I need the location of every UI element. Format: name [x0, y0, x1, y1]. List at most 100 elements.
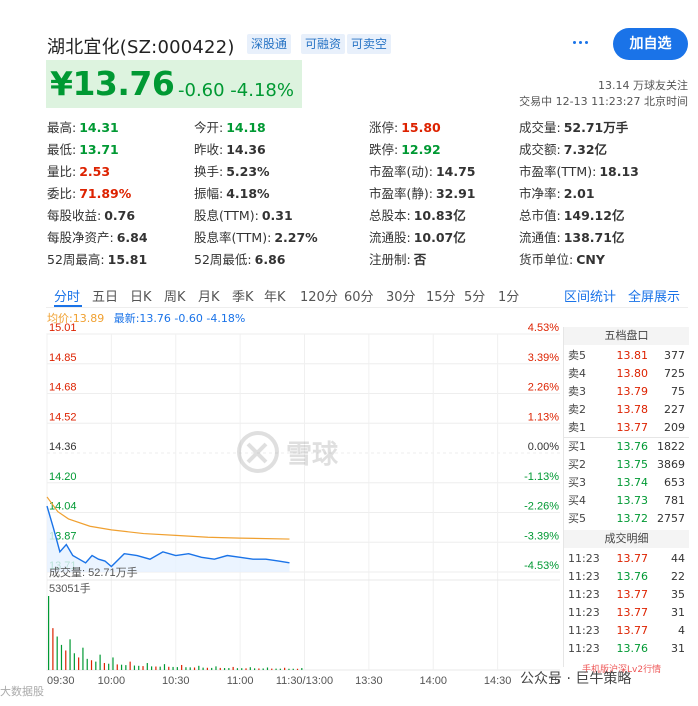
quote-label: 委比:: [47, 186, 77, 201]
time-tick-label: 10:00: [98, 675, 126, 687]
quote-label: 今开:: [194, 120, 224, 135]
tab-6[interactable]: 年K: [264, 286, 286, 305]
quote-label: 市盈率(动):: [369, 164, 433, 179]
row-label: 11:23: [568, 606, 600, 619]
quote-value: 52.71万手: [563, 120, 629, 135]
tab-11[interactable]: 5分: [464, 286, 485, 305]
add-watchlist-button[interactable]: 加自选: [613, 28, 688, 60]
time-tick-label: 10:30: [162, 675, 190, 687]
intraday-chart[interactable]: 15.01 4.53% 14.85 3.39% 14.68 2.26% 14.52 1.13%…: [0, 318, 560, 688]
volume-bar: [86, 658, 88, 670]
quote-label: 市盈率(静):: [369, 186, 433, 201]
row-price: 13.81: [616, 349, 649, 362]
volume-bar: [116, 664, 118, 670]
time-tick-label: 14:30: [484, 675, 512, 687]
volume-max-label: 53051手: [49, 581, 91, 595]
quote-label: 量比:: [47, 164, 77, 179]
quote-cell: 股息(TTM): 0.31: [194, 205, 293, 224]
volume-bar: [52, 628, 54, 670]
row-price: 13.77: [616, 588, 649, 601]
row-volume: 31: [671, 642, 685, 655]
volume-bar: [103, 663, 105, 670]
volume-bar: [133, 665, 136, 670]
row-volume: 1822: [657, 440, 685, 453]
tab-8[interactable]: 60分: [344, 286, 374, 305]
tag-shenguton[interactable]: 深股通: [247, 34, 292, 54]
quote-value: 13.71: [79, 142, 119, 157]
quote-value: 149.12亿: [563, 208, 625, 223]
quote-label: 52周最低:: [194, 252, 252, 267]
order-book-row: 买2 13.75 3869: [564, 456, 689, 474]
quote-value: 14.36: [226, 142, 266, 157]
volume-bar: [266, 667, 269, 670]
tab-0[interactable]: 分时: [54, 286, 80, 305]
quote-value: 6.84: [116, 230, 148, 245]
tab-9[interactable]: 30分: [386, 286, 416, 305]
row-volume: 4: [678, 624, 685, 637]
quote-cell: 流通值: 138.71亿: [519, 227, 624, 246]
trade-time: 交易中 12-13 11:23:27 北京时间: [519, 95, 688, 108]
quote-cell: 流通股: 10.07亿: [369, 227, 466, 246]
quote-row: 量比: 2.53 换手: 5.23% 市盈率(动): 14.75 市盈率(TTM): 18.1…: [47, 158, 697, 180]
volume-bar: [202, 667, 204, 670]
price-tick-label: 15.01: [49, 322, 77, 334]
active-tab-indicator: [54, 305, 82, 307]
tab-3[interactable]: 周K: [164, 286, 186, 305]
row-volume: 31: [671, 606, 685, 619]
quote-label: 流通值:: [519, 230, 561, 245]
row-label: 买1: [568, 440, 586, 453]
quote-value: 2.27%: [274, 230, 318, 245]
tab-12[interactable]: 1分: [498, 286, 519, 305]
row-volume: 44: [671, 552, 685, 565]
quote-cell: 每股收益: 0.76: [47, 205, 135, 224]
order-book-row: 买3 13.74 653: [564, 474, 689, 492]
quote-label: 货币单位:: [519, 252, 574, 267]
tab-1[interactable]: 五日: [92, 286, 118, 305]
tab-5[interactable]: 季K: [232, 286, 254, 305]
volume-bar: [241, 668, 243, 670]
row-label: 卖4: [568, 367, 586, 380]
row-volume: 725: [664, 367, 685, 380]
row-price: 13.75: [616, 458, 649, 471]
quote-cell: 最高: 14.31: [47, 117, 119, 136]
row-price: 13.76: [616, 570, 649, 583]
order-book-row: 买5 13.72 2757: [564, 510, 689, 528]
volume-bar: [108, 663, 110, 670]
range-stats-button[interactable]: 区间统计: [564, 286, 616, 305]
quote-cell: 换手: 5.23%: [194, 161, 270, 180]
quote-value: 否: [413, 252, 427, 267]
fullscreen-button[interactable]: 全屏展示: [628, 286, 680, 305]
time-tick-label: 13:30: [355, 675, 383, 687]
quote-cell: 注册制: 否: [369, 249, 426, 268]
quote-cell: 最低: 13.71: [47, 139, 119, 158]
volume-bar: [258, 668, 260, 670]
quote-value: 4.18%: [226, 186, 270, 201]
tab-7[interactable]: 120分: [300, 286, 338, 305]
quote-label: 换手:: [194, 164, 224, 179]
order-book-title: 五档盘口: [564, 327, 689, 345]
quote-label: 股息(TTM):: [194, 208, 259, 223]
row-price: 13.72: [616, 512, 649, 525]
price-tick-label: 14.04: [49, 501, 77, 513]
tag-margin[interactable]: 可融资: [301, 34, 346, 54]
row-label: 11:23: [568, 624, 600, 637]
chart-frame: [46, 333, 560, 671]
quote-label: 成交额:: [519, 142, 561, 157]
order-book-row: 卖1 13.77 209: [564, 419, 689, 437]
quote-cell: 52周最高: 15.81: [47, 249, 147, 268]
volume-bar: [48, 596, 50, 670]
trades-title: 成交明细: [564, 530, 689, 548]
quote-cell: 跌停: 12.92: [369, 139, 441, 158]
tab-10[interactable]: 15分: [426, 286, 456, 305]
volume-bar: [176, 667, 178, 670]
quote-label: 52周最高:: [47, 252, 105, 267]
tag-short[interactable]: 可卖空: [347, 34, 392, 54]
tab-2[interactable]: 日K: [130, 286, 152, 305]
quote-label: 振幅:: [194, 186, 224, 201]
more-icon[interactable]: [573, 38, 589, 48]
tab-4[interactable]: 月K: [198, 286, 220, 305]
volume-bar: [159, 666, 161, 670]
quote-label: 昨收:: [194, 142, 224, 157]
quote-value: 6.86: [254, 252, 286, 267]
time-tick-label: 14:00: [419, 675, 447, 687]
